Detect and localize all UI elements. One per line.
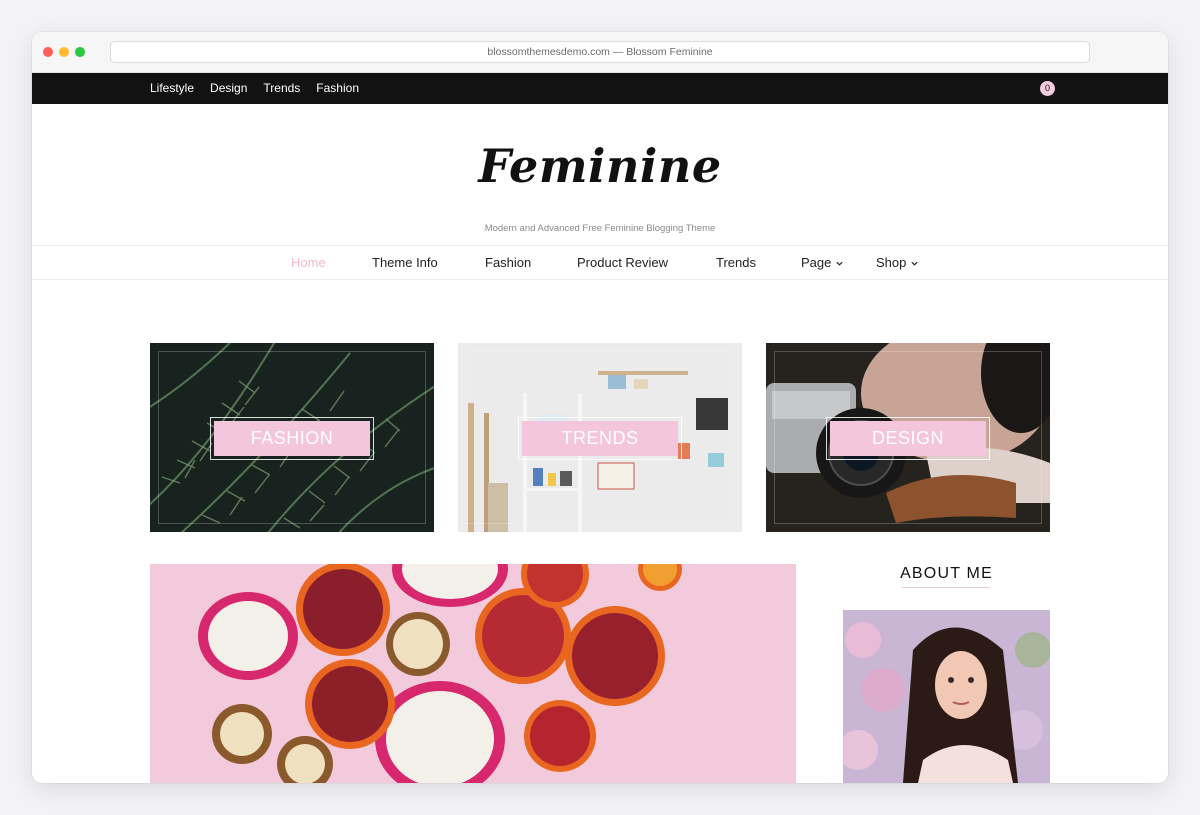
minimize-window-button[interactable] <box>59 47 69 57</box>
main-nav-item-product-review[interactable]: Product Review <box>577 246 716 280</box>
main-nav-item-shop[interactable]: Shop <box>876 246 936 280</box>
category-card-design[interactable]: DESIGN <box>766 343 1050 532</box>
close-window-button[interactable] <box>43 47 53 57</box>
main-nav-item-fashion[interactable]: Fashion <box>485 246 577 280</box>
category-label-box: TRENDS <box>518 417 682 460</box>
top-nav-item-lifestyle[interactable]: Lifestyle <box>150 73 194 104</box>
portrait-image <box>843 610 1050 783</box>
site-tagline: Modern and Advanced Free Feminine Bloggi… <box>484 223 716 234</box>
dragonfruit-slice <box>198 592 298 680</box>
browser-titlebar: blossomthemesdemo.com — Blossom Feminine <box>32 32 1168 73</box>
main-nav-label: Product Review <box>577 255 669 270</box>
main-nav-label: Theme Info <box>372 255 438 270</box>
category-label: DESIGN <box>830 421 986 456</box>
widget-title-underline <box>902 587 990 588</box>
main-nav-item-theme-info[interactable]: Theme Info <box>372 246 485 280</box>
browser-window: blossomthemesdemo.com — Blossom Feminine… <box>32 32 1168 783</box>
about-me-photo[interactable] <box>843 610 1050 783</box>
fruit-image <box>150 564 796 783</box>
maximize-window-button[interactable] <box>75 47 85 57</box>
main-nav: Home Theme Info Fashion Product Review T… <box>32 246 1168 280</box>
main-nav-label: Fashion <box>485 255 532 270</box>
main-nav-label: Shop <box>876 255 907 270</box>
category-label: FASHION <box>214 421 370 456</box>
cart-count-badge[interactable]: 0 <box>1040 81 1055 96</box>
category-label-box: DESIGN <box>826 417 990 460</box>
address-bar[interactable]: blossomthemesdemo.com — Blossom Feminine <box>110 41 1090 63</box>
category-label: TRENDS <box>522 421 678 456</box>
secondary-nav: Lifestyle Design Trends Fashion <box>150 73 359 104</box>
chevron-down-icon <box>836 261 843 266</box>
main-nav-label: Page <box>801 255 832 270</box>
site-header: Feminine Modern and Advanced Free Femini… <box>32 104 1168 246</box>
site-title[interactable]: Feminine <box>32 138 1168 194</box>
category-card-trends[interactable]: TRENDS <box>458 343 742 532</box>
featured-post-image[interactable] <box>150 564 796 783</box>
top-nav-item-design[interactable]: Design <box>210 73 247 104</box>
main-nav-item-trends[interactable]: Trends <box>716 246 801 280</box>
main-nav-label: Home <box>291 255 326 270</box>
chevron-down-icon <box>911 261 918 266</box>
top-bar: Lifestyle Design Trends Fashion 0 <box>32 73 1168 104</box>
about-me-widget-title: ABOUT ME <box>900 565 993 582</box>
main-nav-item-home[interactable]: Home <box>291 246 372 280</box>
top-nav-item-fashion[interactable]: Fashion <box>316 73 359 104</box>
main-nav-label: Trends <box>716 255 756 270</box>
main-nav-item-page[interactable]: Page <box>801 246 876 280</box>
category-label-box: FASHION <box>210 417 374 460</box>
top-nav-item-trends[interactable]: Trends <box>263 73 300 104</box>
category-card-fashion[interactable]: FASHION <box>150 343 434 532</box>
